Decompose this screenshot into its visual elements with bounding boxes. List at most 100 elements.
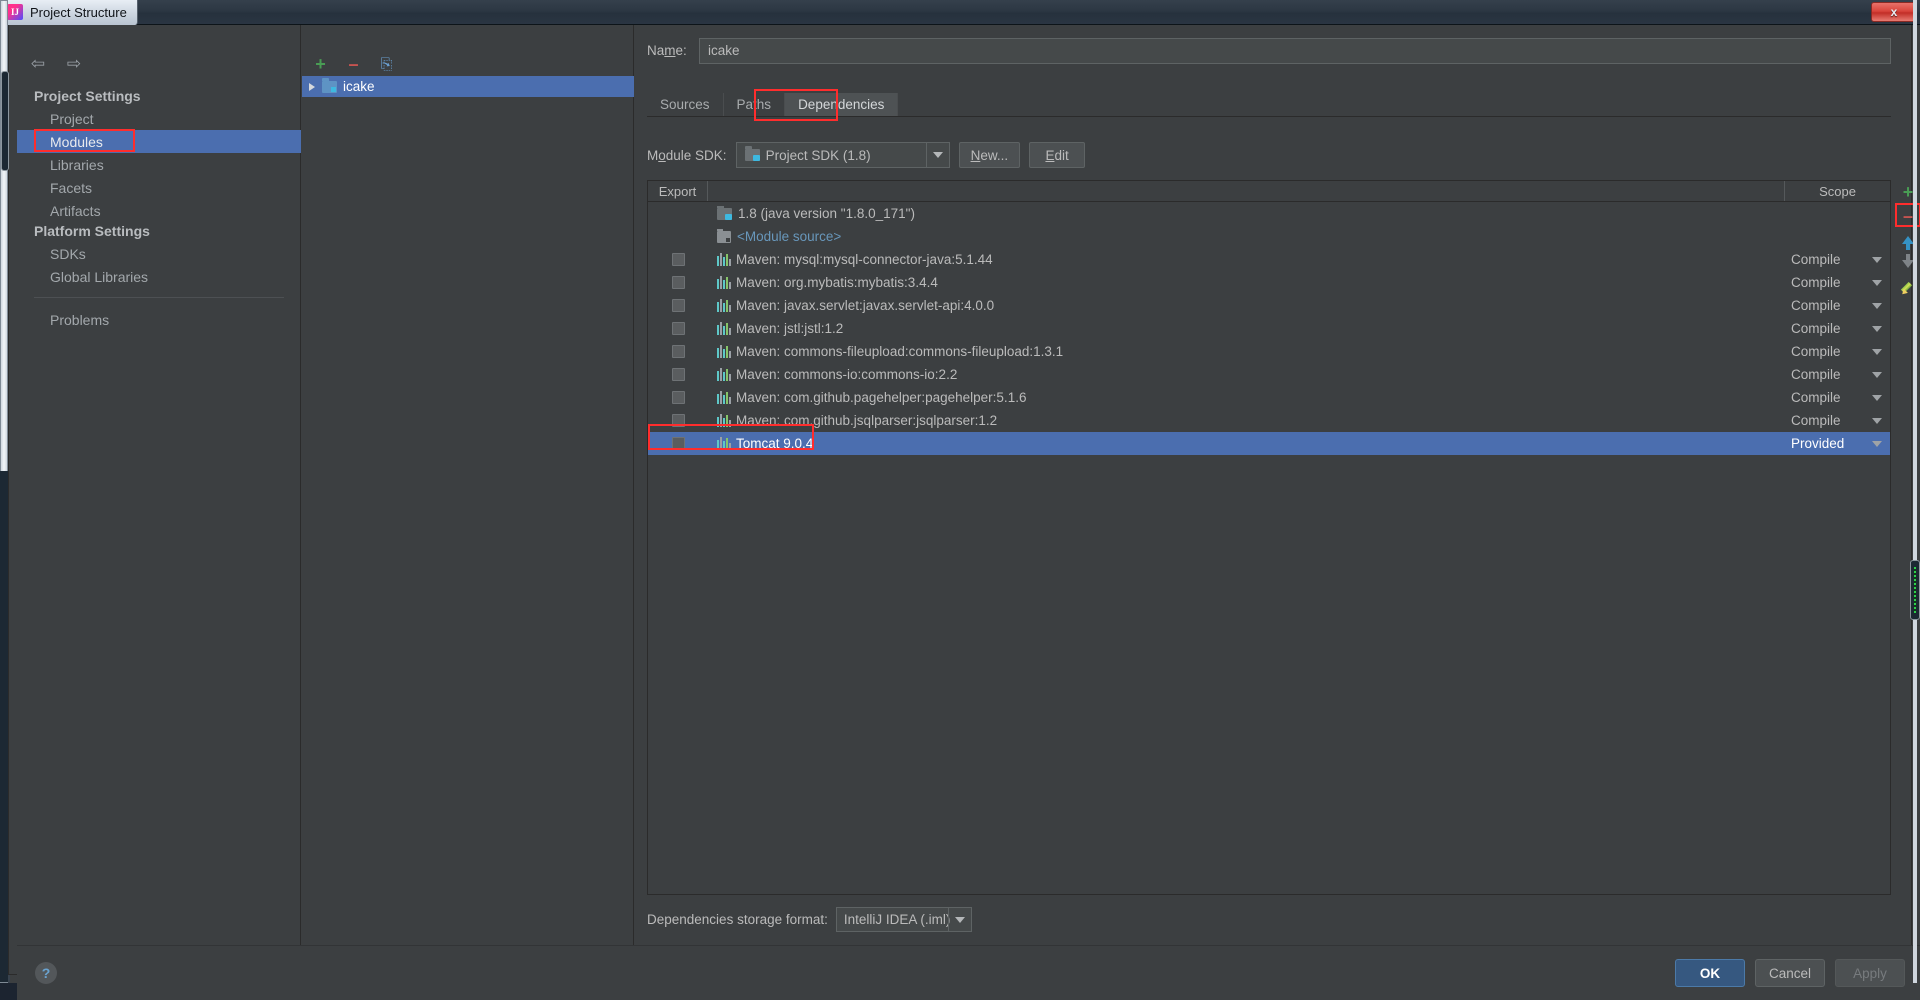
sdk-label-mnemonic: o [658, 147, 666, 163]
export-checkbox-cell[interactable] [648, 276, 708, 289]
export-checkbox[interactable] [671, 345, 685, 358]
storage-format-label: Dependencies storage format: [647, 912, 828, 927]
module-sdk-row: Module SDK: Project SDK (1.8) New... Edi… [647, 142, 1086, 168]
sidebar-item-global-libraries[interactable]: Global Libraries [17, 265, 301, 288]
module-sdk-label: Module SDK: [647, 148, 727, 163]
export-checkbox-cell[interactable] [648, 299, 708, 312]
module-name-row: Name: [647, 37, 1891, 64]
storage-format-dropdown[interactable]: IntelliJ IDEA (.iml) [835, 907, 972, 932]
table-row[interactable]: Maven: mysql:mysql-connector-java:5.1.44… [648, 248, 1890, 271]
tab-label: Paths [736, 97, 772, 112]
scope-value: Compile [1791, 344, 1841, 359]
module-tree-node-icake[interactable]: icake [302, 76, 634, 97]
sdk-label-post: dule SDK: [665, 147, 727, 163]
dependency-name-text: Tomcat 9.0.4 [736, 436, 814, 451]
edit-button-label: dit [1054, 147, 1069, 163]
sidebar-item-modules[interactable]: Modules [17, 130, 301, 153]
dependency-scope[interactable]: Provided [1785, 436, 1890, 451]
sidebar-item-project[interactable]: Project [17, 107, 301, 130]
copy-module-icon[interactable]: ⎘ [378, 56, 395, 73]
desktop-left-scrollbar[interactable] [0, 0, 9, 983]
scope-value: Compile [1791, 275, 1841, 290]
table-row[interactable]: Maven: com.github.pagehelper:pagehelper:… [648, 386, 1890, 409]
table-row[interactable]: Maven: javax.servlet:javax.servlet-api:4… [648, 294, 1890, 317]
export-checkbox-cell[interactable] [648, 437, 708, 450]
sidebar-item-problems[interactable]: Problems [17, 308, 301, 331]
new-sdk-button[interactable]: New... [958, 142, 1021, 168]
module-tree-panel: + – ⎘ icake [302, 25, 634, 945]
dependency-name-text: Maven: commons-fileupload:commons-fileup… [736, 344, 1064, 359]
export-checkbox-cell[interactable] [648, 414, 708, 427]
table-row-selected[interactable]: Tomcat 9.0.4 Provided [648, 432, 1890, 455]
dependency-scope[interactable]: Compile [1785, 413, 1890, 428]
sidebar-item-artifacts[interactable]: Artifacts [17, 199, 301, 222]
export-checkbox[interactable] [671, 276, 685, 289]
dependency-scope[interactable]: Compile [1785, 298, 1890, 313]
dependency-scope[interactable]: Compile [1785, 344, 1890, 359]
arrow-right-icon[interactable]: ⇨ [65, 55, 83, 73]
edit-sdk-button[interactable]: Edit [1029, 142, 1086, 168]
sidebar-item-sdks[interactable]: SDKs [17, 242, 301, 265]
sidebar-item-label: Libraries [50, 156, 104, 173]
scrollbar-thumb[interactable] [1, 71, 9, 171]
table-row[interactable]: Maven: commons-io:commons-io:2.2 Compile [648, 363, 1890, 386]
table-row[interactable]: Maven: com.github.jsqlparser:jsqlparser:… [648, 409, 1890, 432]
export-checkbox-cell[interactable] [648, 368, 708, 381]
export-checkbox[interactable] [671, 368, 685, 381]
close-icon[interactable]: x [1871, 2, 1917, 22]
dependency-scope[interactable]: Compile [1785, 275, 1890, 290]
export-checkbox[interactable] [671, 414, 685, 427]
export-checkbox-cell[interactable] [648, 253, 708, 266]
dependency-name-text: <Module source> [737, 229, 842, 244]
dependency-name-text: Maven: commons-io:commons-io:2.2 [736, 367, 958, 382]
scope-value: Compile [1791, 413, 1841, 428]
export-checkbox[interactable] [671, 437, 685, 450]
export-checkbox-cell[interactable] [648, 345, 708, 358]
export-checkbox[interactable] [671, 391, 685, 404]
scope-value: Compile [1791, 367, 1841, 382]
table-row[interactable]: Maven: commons-fileupload:commons-fileup… [648, 340, 1890, 363]
dependency-name: Maven: com.github.pagehelper:pagehelper:… [708, 390, 1785, 405]
dependency-name-text: Maven: com.github.pagehelper:pagehelper:… [736, 390, 1027, 405]
dependency-name: Maven: commons-fileupload:commons-fileup… [708, 344, 1785, 359]
arrow-left-icon[interactable]: ⇦ [29, 55, 47, 73]
storage-format-value: IntelliJ IDEA (.iml) [843, 912, 951, 927]
tab-sources[interactable]: Sources [647, 93, 724, 116]
sidebar-group-platform-settings: Platform Settings [34, 223, 150, 239]
export-checkbox[interactable] [671, 299, 685, 312]
sidebar-group-project-settings: Project Settings [34, 88, 141, 104]
sidebar-item-facets[interactable]: Facets [17, 176, 301, 199]
sidebar-item-libraries[interactable]: Libraries [17, 153, 301, 176]
export-checkbox[interactable] [671, 322, 685, 335]
table-row[interactable]: Maven: org.mybatis:mybatis:3.4.4 Compile [648, 271, 1890, 294]
tab-dependencies[interactable]: Dependencies [785, 93, 899, 116]
dependency-scope[interactable]: Compile [1785, 390, 1890, 405]
dependency-name-text: Maven: jstl:jstl:1.2 [736, 321, 844, 336]
module-sdk-dropdown[interactable]: Project SDK (1.8) [735, 142, 950, 168]
dependency-scope[interactable]: Compile [1785, 367, 1890, 382]
chevron-down-icon[interactable] [947, 908, 971, 931]
dependency-name: Maven: javax.servlet:javax.servlet-api:4… [708, 298, 1785, 313]
jar-library-icon [717, 253, 731, 266]
table-row[interactable]: Maven: jstl:jstl:1.2 Compile [648, 317, 1890, 340]
remove-module-icon[interactable]: – [345, 55, 362, 73]
table-row[interactable]: <Module source> [648, 225, 1890, 248]
module-name-input[interactable] [699, 37, 1891, 64]
dependency-scope[interactable]: Compile [1785, 252, 1890, 267]
module-tabs: Sources Paths Dependencies [647, 93, 1891, 117]
dependency-scope[interactable]: Compile [1785, 321, 1890, 336]
export-checkbox[interactable] [671, 253, 685, 266]
chevron-down-icon[interactable] [925, 143, 949, 167]
chevron-down-icon [1872, 440, 1882, 447]
scrollbar-thumb[interactable] [1910, 560, 1920, 620]
column-header-name [708, 181, 1785, 201]
table-row[interactable]: 1.8 (java version "1.8.0_171") [648, 202, 1890, 225]
export-checkbox-cell[interactable] [648, 322, 708, 335]
export-checkbox-cell[interactable] [648, 391, 708, 404]
module-tree-toolbar: + – ⎘ [302, 53, 634, 75]
tab-paths[interactable]: Paths [724, 93, 786, 116]
chevron-right-icon[interactable] [309, 82, 315, 91]
help-icon[interactable]: ? [35, 962, 57, 984]
add-module-icon[interactable]: + [312, 55, 329, 73]
dependencies-storage-row: Dependencies storage format: IntelliJ ID… [647, 907, 972, 932]
